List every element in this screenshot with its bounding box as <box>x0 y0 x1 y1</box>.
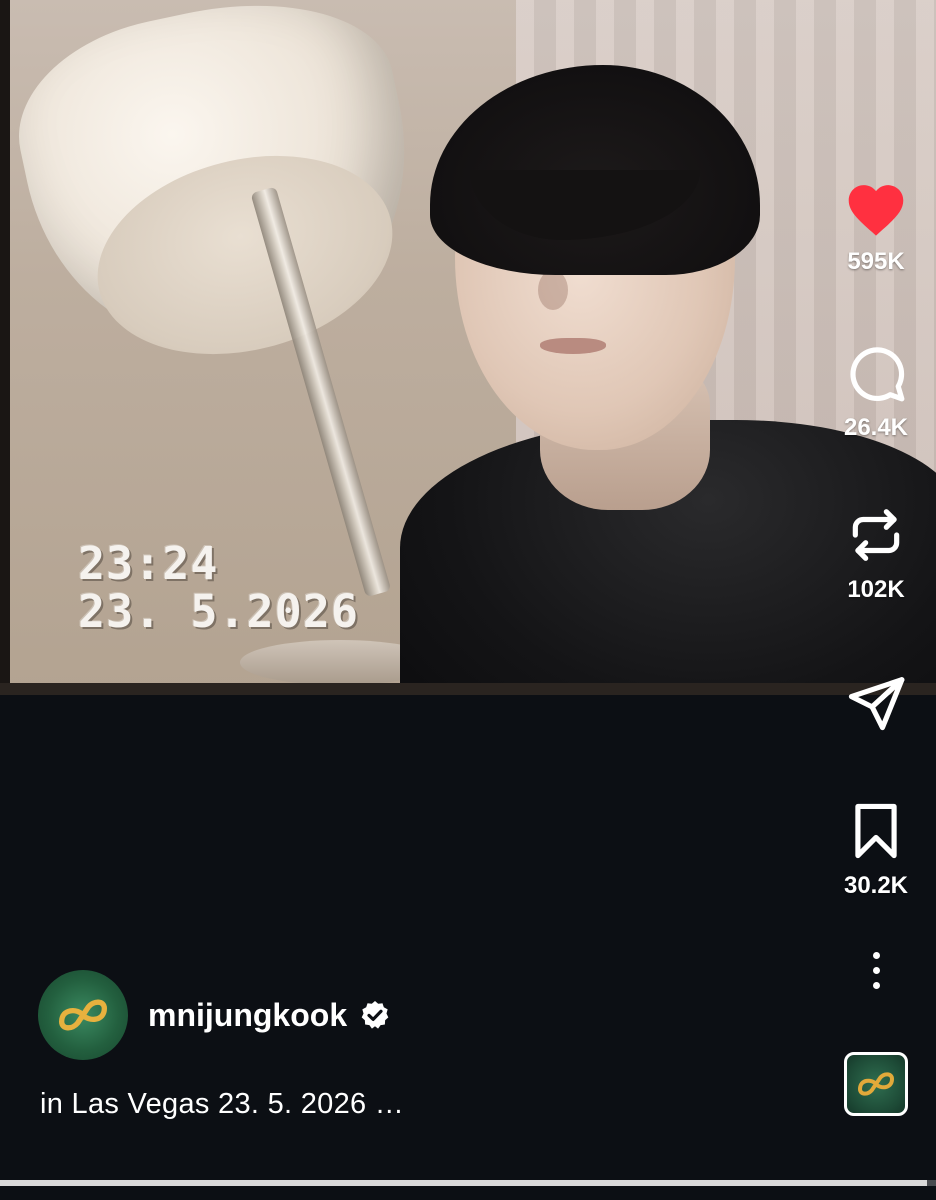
bookmark-icon[interactable] <box>841 796 911 866</box>
avatar[interactable] <box>38 970 128 1060</box>
more-dot <box>872 967 880 974</box>
person-nose <box>538 270 568 310</box>
repost-count: 102K <box>847 576 905 603</box>
vhs-border-left <box>0 0 10 695</box>
vhs-time: 23:24 <box>78 537 219 590</box>
vhs-date: 23. 5.2026 <box>78 585 359 638</box>
share-action <box>816 668 936 738</box>
like-action: 595K <box>816 172 936 276</box>
infinity-logo-icon <box>857 1072 895 1096</box>
repost-action: 102K <box>816 500 936 604</box>
more-vertical-icon[interactable] <box>816 952 936 989</box>
video-player[interactable]: 23:24 23. 5.2026 <box>0 0 936 695</box>
verified-badge-icon <box>359 999 391 1031</box>
repost-icon[interactable] <box>841 500 911 570</box>
save-action: 30.2K <box>816 796 936 900</box>
more-dot <box>872 952 880 959</box>
more-dot <box>872 982 880 989</box>
comment-icon[interactable] <box>841 338 911 408</box>
username[interactable]: mnijungkook <box>148 997 347 1034</box>
action-rail: 595K 26.4K 102K 30.2K <box>816 0 936 1200</box>
comment-count: 26.4K <box>843 414 909 441</box>
playback-progress-fill <box>0 1180 927 1186</box>
caption-text[interactable]: in Las Vegas 23. 5. 2026 … <box>40 1088 404 1121</box>
vhs-timestamp: 23:24 23. 5.2026 <box>78 540 359 636</box>
vhs-border-bottom <box>0 683 936 695</box>
save-count: 30.2K <box>843 872 909 899</box>
like-count: 595K <box>847 248 905 275</box>
heart-icon[interactable] <box>841 172 911 242</box>
audio-thumbnail[interactable] <box>844 1052 908 1116</box>
infinity-logo-icon <box>58 999 108 1031</box>
send-icon[interactable] <box>841 668 911 738</box>
person-mouth <box>540 338 606 354</box>
playback-progress-bar[interactable] <box>0 1180 936 1186</box>
reel-viewer: 23:24 23. 5.2026 595K 26.4K 102K 30.2K m… <box>0 0 936 1200</box>
comment-action: 26.4K <box>816 338 936 442</box>
author-row[interactable]: mnijungkook <box>38 970 391 1060</box>
